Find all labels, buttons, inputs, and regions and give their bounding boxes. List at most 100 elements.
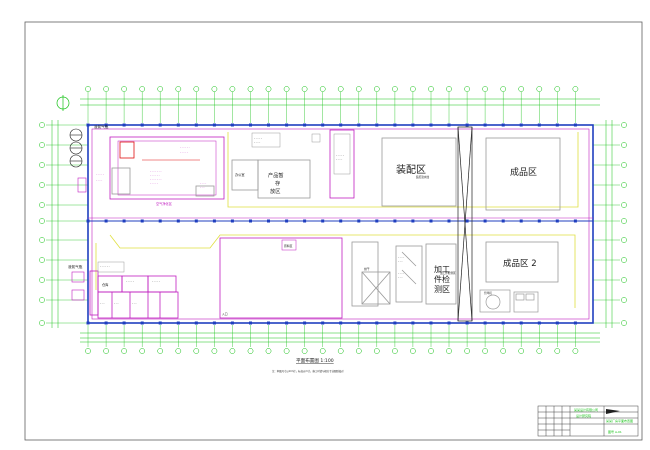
svg-text:- - -: - - -	[200, 186, 205, 189]
column	[321, 123, 325, 127]
axis-bubble	[157, 86, 164, 92]
axis-bubble	[536, 348, 543, 354]
column	[357, 123, 361, 127]
axis-bubble	[193, 86, 200, 92]
axis-bubble	[621, 182, 627, 188]
axis-bubble	[301, 86, 308, 92]
column	[339, 219, 343, 223]
inspection-tag: 加工件检测区	[440, 271, 456, 275]
column	[176, 219, 180, 223]
clean-room-block	[109, 136, 225, 200]
svg-text:- - -: - - -	[398, 276, 403, 279]
column	[212, 219, 216, 223]
column	[212, 321, 216, 325]
svg-text:- - - - -: - - - - -	[126, 280, 134, 283]
column	[465, 219, 469, 223]
column	[267, 123, 270, 127]
svg-text:- - - - - -: - - - - - -	[150, 174, 160, 177]
column	[104, 219, 108, 223]
axis-bubble	[211, 348, 218, 354]
svg-text:- - - -: - - - -	[336, 158, 342, 161]
axis-bubble	[103, 348, 109, 354]
svg-text:- - - -: - - - -	[398, 272, 404, 275]
axis-bubble	[193, 348, 200, 354]
column	[465, 123, 469, 127]
column	[339, 123, 343, 127]
gas-lower-label: 液氮气瓶	[68, 264, 83, 269]
column	[429, 123, 433, 127]
axis-bubble	[175, 348, 182, 354]
axis-bubble	[337, 348, 344, 354]
axis-bubble	[518, 348, 525, 354]
column	[393, 219, 397, 223]
plan-notes: 注：本图尺寸以mm计，标高以m计，施工时请与相关专业图纸核对	[272, 369, 344, 373]
axis-bubble	[85, 86, 91, 92]
axis-bubble	[410, 348, 416, 354]
axis-bubble	[157, 348, 164, 354]
axis-bubble	[464, 348, 470, 354]
svg-text:- - - -: - - - -	[200, 182, 206, 185]
axis-bubble	[518, 86, 525, 92]
column	[357, 219, 361, 223]
axis-bubble	[621, 142, 627, 148]
column	[393, 321, 397, 325]
column	[86, 219, 90, 223]
column	[230, 219, 234, 223]
column	[249, 123, 252, 127]
assembly-line-tag: 装配流水线	[416, 175, 429, 179]
upper-small-notes: - - - - - - - - - - - - - - - - - -	[254, 137, 344, 161]
axis-bubble	[103, 86, 109, 92]
column	[140, 321, 144, 325]
upper-middle-rooms	[231, 129, 355, 199]
column	[303, 321, 307, 325]
column	[375, 321, 379, 325]
column	[537, 219, 541, 223]
column	[555, 219, 559, 223]
purify-label: 空气净化区	[156, 201, 173, 206]
column	[86, 321, 90, 325]
axis-bubble	[319, 348, 326, 354]
axis-bubble	[39, 122, 45, 128]
axis-bubble	[355, 86, 362, 92]
axis-bubble	[554, 86, 561, 92]
column	[537, 123, 541, 127]
axis-bubble	[392, 86, 398, 92]
bottom-dimension-lines	[80, 325, 600, 354]
axis-bubble	[39, 142, 45, 148]
svg-text:- - - -: - - - -	[96, 179, 102, 182]
svg-text:- - - -: - - - -	[254, 141, 260, 144]
svg-text:- - - - - - -: - - - - - - -	[150, 178, 162, 181]
svg-text:- - -: - - -	[100, 302, 105, 305]
axis-bubble	[39, 162, 45, 168]
column	[122, 219, 126, 223]
column	[104, 321, 108, 325]
axis-bubble	[428, 86, 434, 92]
finished-zone-label: 成品区	[510, 166, 537, 178]
axis-bubble	[39, 277, 45, 283]
column	[212, 123, 216, 127]
column	[285, 321, 289, 325]
column	[393, 123, 397, 127]
axis-bubble	[446, 348, 452, 354]
product-zone-line3: 放区	[270, 187, 280, 195]
sheet-border	[24, 21, 643, 441]
column	[285, 219, 289, 223]
axis-bubble	[536, 86, 543, 92]
column	[249, 219, 252, 223]
svg-text:- - -: - - -	[398, 260, 403, 263]
machine-notes: - - - - - - - - - - - - - -	[398, 256, 404, 279]
column	[321, 219, 325, 223]
svg-text:- - - - -: - - - - -	[254, 137, 262, 140]
axis-bubble	[139, 348, 146, 354]
column	[429, 219, 433, 223]
axis-bubble	[337, 86, 344, 92]
axis-bubble	[428, 348, 434, 354]
column	[501, 123, 505, 127]
gas-bottle-icons	[69, 128, 87, 301]
office-label: 办公室	[235, 172, 245, 177]
column	[303, 219, 307, 223]
axis-bubble	[621, 320, 627, 326]
axis-bubble	[446, 86, 452, 92]
lift-label: 升降机	[484, 291, 492, 295]
column	[573, 123, 577, 127]
